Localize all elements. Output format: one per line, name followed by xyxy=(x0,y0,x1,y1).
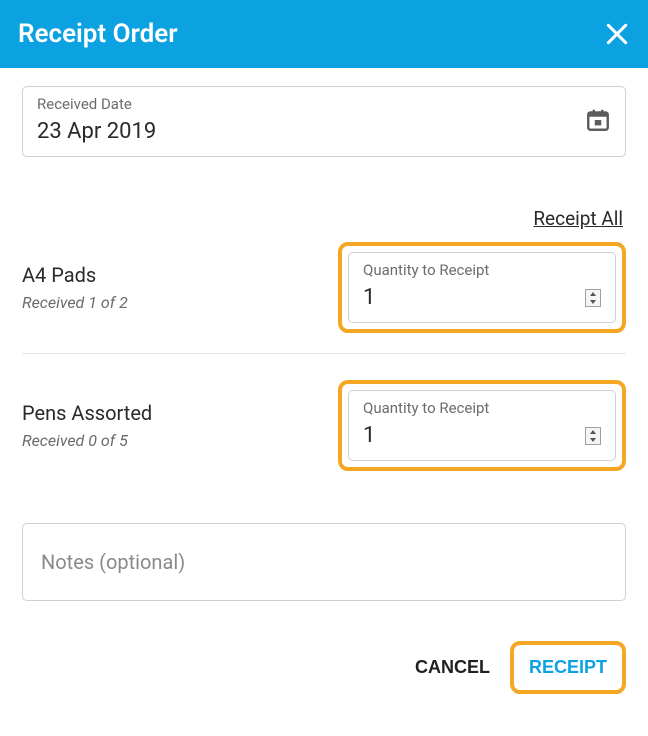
stepper-down-icon[interactable] xyxy=(586,436,600,444)
quantity-label: Quantity to Receipt xyxy=(363,399,601,417)
stepper-up-icon[interactable] xyxy=(586,428,600,436)
dialog-title: Receipt Order xyxy=(18,19,178,49)
stepper-up-icon[interactable] xyxy=(586,290,600,298)
line-item: Pens Assorted Received 0 of 5 Quantity t… xyxy=(22,353,626,483)
dialog-header: Receipt Order xyxy=(0,0,648,68)
line-item: A4 Pads Received 1 of 2 Quantity to Rece… xyxy=(22,230,626,345)
quantity-value: 1 xyxy=(363,285,375,310)
item-received-status: Received 0 of 5 xyxy=(22,431,152,450)
dialog-body: Received Date 23 Apr 2019 Receipt All A4… xyxy=(0,68,648,694)
quantity-field[interactable]: Quantity to Receipt 1 xyxy=(348,252,616,323)
notes-placeholder: Notes (optional) xyxy=(41,550,185,574)
quantity-value: 1 xyxy=(363,423,375,448)
received-date-field[interactable]: Received Date 23 Apr 2019 xyxy=(22,86,626,157)
quantity-field[interactable]: Quantity to Receipt 1 xyxy=(348,390,616,461)
dialog-footer: CANCEL RECEIPT xyxy=(22,641,626,694)
receipt-button-highlight: RECEIPT xyxy=(510,641,626,694)
cancel-button[interactable]: CANCEL xyxy=(415,657,490,678)
qty-highlight: Quantity to Receipt 1 xyxy=(338,380,626,471)
receipt-all-link[interactable]: Receipt All xyxy=(533,207,623,230)
stepper-down-icon[interactable] xyxy=(586,298,600,306)
received-date-value: 23 Apr 2019 xyxy=(37,119,156,144)
quantity-stepper[interactable] xyxy=(585,289,601,307)
qty-highlight: Quantity to Receipt 1 xyxy=(338,242,626,333)
close-icon[interactable] xyxy=(604,21,630,47)
calendar-icon[interactable] xyxy=(585,107,611,133)
item-name: Pens Assorted xyxy=(22,401,152,425)
item-name: A4 Pads xyxy=(22,263,128,287)
receipt-button[interactable]: RECEIPT xyxy=(519,649,617,686)
received-date-label: Received Date xyxy=(37,95,156,113)
notes-field[interactable]: Notes (optional) xyxy=(22,523,626,601)
quantity-label: Quantity to Receipt xyxy=(363,261,601,279)
item-received-status: Received 1 of 2 xyxy=(22,293,128,312)
quantity-stepper[interactable] xyxy=(585,427,601,445)
